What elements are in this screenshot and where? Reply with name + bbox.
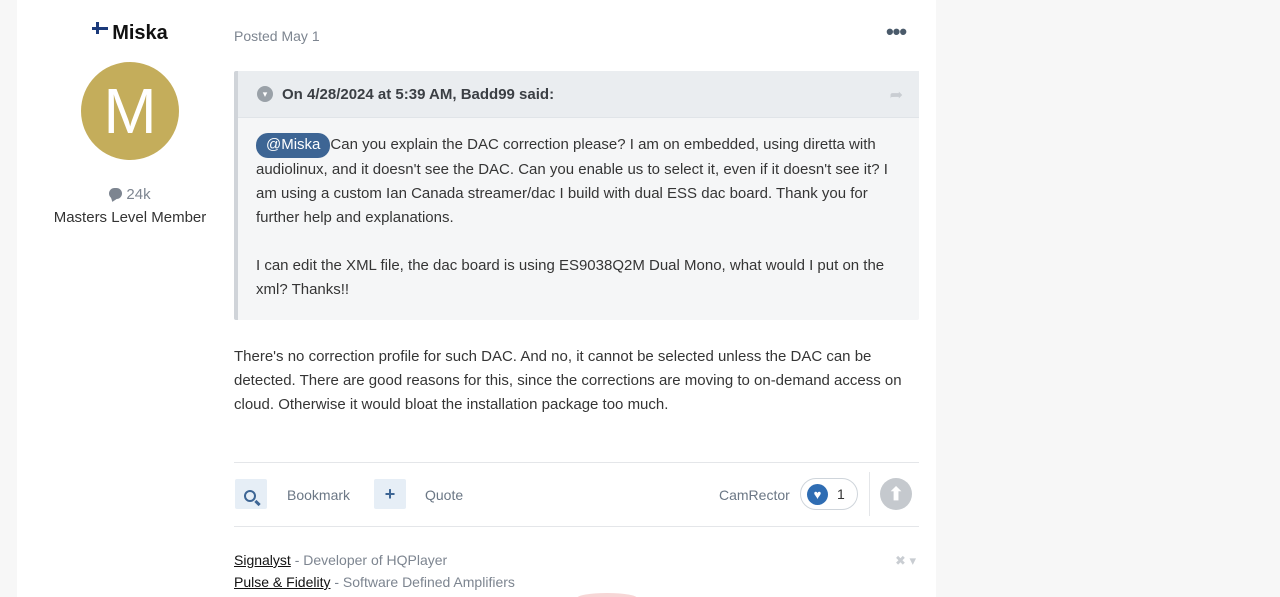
signature-link-pulse-fidelity[interactable]: Pulse & Fidelity	[234, 574, 330, 590]
signature-text-1: - Developer of HQPlayer	[290, 552, 448, 568]
signature-link-signalyst[interactable]: Signalyst	[234, 552, 291, 568]
reaction-user[interactable]: CamRector	[719, 487, 790, 503]
post-count-value: 24k	[126, 186, 151, 203]
member-rank: Masters Level Member	[53, 209, 207, 226]
quote-block: ▾ On 4/28/2024 at 5:39 AM, Badd99 said: …	[234, 71, 919, 320]
reply-text: There's no correction profile for such D…	[234, 348, 902, 413]
post-count: 24k	[17, 186, 243, 203]
signature-image-partial	[577, 593, 637, 597]
signature-hide-icon[interactable]: ✖ ▾	[895, 553, 916, 569]
reaction-badge[interactable]: ♥ 1	[800, 478, 858, 510]
finland-flag-icon	[92, 22, 109, 34]
signature-line-2: Pulse & Fidelity - Software Defined Ampl…	[234, 574, 515, 590]
share-arrow-icon[interactable]: ➦	[890, 85, 903, 105]
heart-icon: ♥	[807, 484, 828, 505]
collapse-chevron-icon[interactable]: ▾	[257, 86, 273, 102]
user-mention[interactable]: @Miska	[256, 133, 331, 158]
search-icon	[244, 490, 256, 502]
quote-citation: On 4/28/2024 at 5:39 AM, Badd99 said:	[282, 86, 555, 103]
author-name-row: Miska	[17, 22, 243, 45]
quote-text-1: Can you explain the DAC correction pleas…	[256, 136, 888, 226]
quote-header: ▾ On 4/28/2024 at 5:39 AM, Badd99 said: …	[238, 71, 919, 118]
upvote-icon[interactable]: ⬆	[880, 478, 912, 510]
post-date[interactable]: Posted May 1	[234, 28, 320, 44]
signature-line-1: Signalyst - Developer of HQPlayer	[234, 552, 447, 568]
reaction-count: 1	[837, 486, 845, 502]
divider-vertical	[869, 472, 870, 516]
more-options-icon[interactable]: •••	[883, 21, 909, 46]
multiquote-plus-button[interactable]: +	[374, 479, 406, 509]
divider	[234, 526, 919, 527]
quote-paragraph-1: @Miska Can you explain the DAC correction…	[256, 133, 906, 230]
signature-text-2: - Software Defined Amplifiers	[330, 574, 515, 590]
quote-button[interactable]: Quote	[425, 487, 463, 503]
avatar[interactable]: M	[81, 62, 179, 160]
post-card: Miska M 24k Masters Level Member Posted …	[17, 0, 936, 597]
quote-body: @Miska Can you explain the DAC correction…	[256, 133, 906, 302]
bookmark-button[interactable]: Bookmark	[287, 487, 350, 503]
search-button[interactable]	[235, 479, 267, 509]
author-name[interactable]: Miska	[112, 22, 168, 44]
comment-icon	[109, 188, 123, 199]
quote-paragraph-2: I can edit the XML file, the dac board i…	[256, 257, 885, 298]
divider	[234, 462, 919, 463]
